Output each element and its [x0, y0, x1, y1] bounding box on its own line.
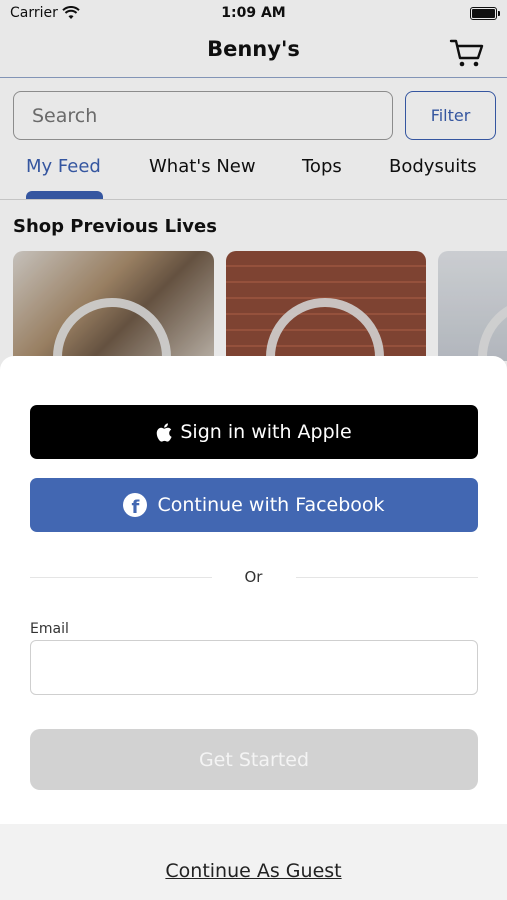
sign-in-with-apple-button[interactable]: Sign in with Apple	[30, 405, 478, 459]
email-field[interactable]	[30, 640, 478, 695]
continue-with-facebook-button[interactable]: f Continue with Facebook	[30, 478, 478, 532]
apple-icon	[157, 422, 172, 442]
continue-as-guest-link[interactable]: Continue As Guest	[0, 860, 507, 882]
divider	[296, 577, 478, 578]
sign-in-sheet: Sign in with Apple f Continue with Faceb…	[0, 356, 507, 900]
apple-button-label: Sign in with Apple	[180, 421, 352, 443]
email-label: Email	[30, 621, 69, 637]
guest-footer: Continue As Guest	[0, 824, 507, 900]
get-started-button[interactable]: Get Started	[30, 729, 478, 790]
facebook-icon: f	[123, 493, 148, 517]
facebook-button-label: Continue with Facebook	[157, 494, 385, 516]
